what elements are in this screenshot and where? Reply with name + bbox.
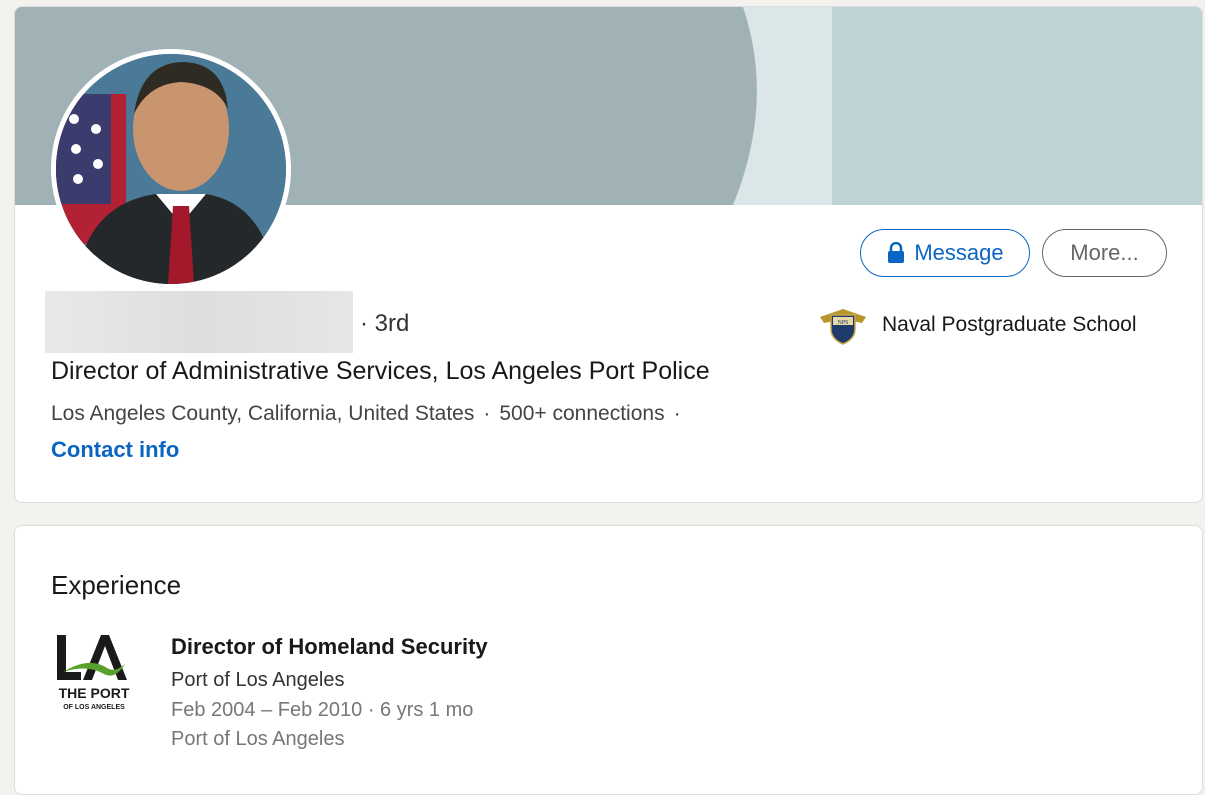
more-button[interactable]: More... [1042,229,1167,277]
contact-info-link[interactable]: Contact info [51,437,179,463]
message-button[interactable]: Message [860,229,1030,277]
experience-section: Experience THE PORT OF LOS ANGELES Direc… [14,525,1203,795]
profile-name-redacted [45,291,353,353]
experience-role[interactable]: Director of Homeland Security [171,634,488,660]
education-label: Naval Postgraduate School [882,313,1137,336]
profile-top-card: Message More... · 3rd NPS Naval Postgrad… [14,6,1203,503]
connection-degree: · 3rd [360,310,410,337]
lock-icon [888,242,905,263]
school-crest-icon: NPS [820,309,866,345]
message-button-label: Message [914,240,1004,265]
profile-meta: Los Angeles County, California, United S… [51,402,690,426]
separator-dot: · [673,402,681,425]
profile-avatar[interactable] [51,49,291,289]
profile-location: Los Angeles County, California, United S… [51,402,475,425]
company-logo-icon: THE PORT OF LOS ANGELES [57,635,130,711]
education-link[interactable]: NPS Naval Postgraduate School [818,305,1137,345]
company-logo-subtext: OF LOS ANGELES [63,704,125,711]
experience-location: Port of Los Angeles [171,728,345,750]
experience-company: Port of Los Angeles [171,669,345,691]
profile-headline: Director of Administrative Services, Los… [51,357,710,385]
more-button-label: More... [1070,240,1139,265]
svg-text:NPS: NPS [837,320,848,326]
connections-count[interactable]: 500+ connections [499,402,664,425]
company-logo-text: THE PORT [59,685,130,701]
experience-dates: Feb 2004 – Feb 2010 · 6 yrs 1 mo [171,699,474,721]
section-title: Experience [51,570,182,600]
avatar-photo [56,54,286,284]
separator-dot: · [483,402,491,425]
